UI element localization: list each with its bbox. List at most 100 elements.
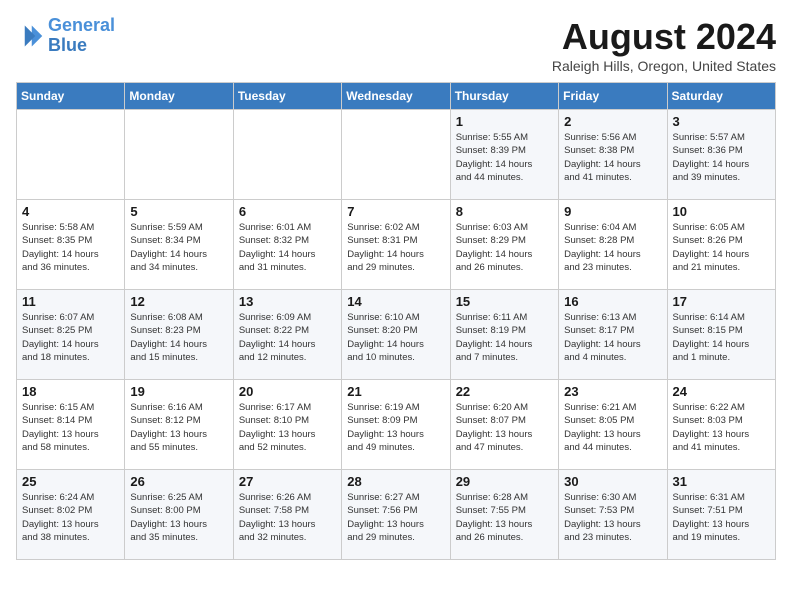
day-info: Sunrise: 6:19 AM Sunset: 8:09 PM Dayligh…	[347, 401, 444, 454]
day-number: 23	[564, 384, 661, 399]
day-info: Sunrise: 6:31 AM Sunset: 7:51 PM Dayligh…	[673, 491, 770, 544]
day-number: 4	[22, 204, 119, 219]
calendar-cell: 6Sunrise: 6:01 AM Sunset: 8:32 PM Daylig…	[233, 200, 341, 290]
calendar-cell: 31 Sunrise: 6:31 AM Sunset: 7:51 PM Dayli…	[667, 470, 775, 560]
day-info: Sunrise: 6:28 AM Sunset: 7:55 PM Dayligh…	[456, 491, 553, 544]
day-info: Sunrise: 6:10 AM Sunset: 8:20 PM Dayligh…	[347, 311, 444, 364]
day-info: Sunrise: 6:30 AM Sunset: 7:53 PM Dayligh…	[564, 491, 661, 544]
day-number: 20	[239, 384, 336, 399]
calendar-week-row: 18 Sunrise: 6:15 AM Sunset: 8:14 PM Dayli…	[17, 380, 776, 470]
day-info: Sunrise: 6:15 AM Sunset: 8:14 PM Dayligh…	[22, 401, 119, 454]
calendar-cell: 23 Sunrise: 6:21 AM Sunset: 8:05 PM Dayli…	[559, 380, 667, 470]
day-number: 8	[456, 204, 553, 219]
day-info: Sunrise: 6:08 AM Sunset: 8:23 PM Dayligh…	[130, 311, 227, 364]
day-info: Sunrise: 6:21 AM Sunset: 8:05 PM Dayligh…	[564, 401, 661, 454]
calendar-cell: 15 Sunrise: 6:11 AM Sunset: 8:19 PM Dayli…	[450, 290, 558, 380]
day-number: 15	[456, 294, 553, 309]
day-info: Sunrise: 6:27 AM Sunset: 7:56 PM Dayligh…	[347, 491, 444, 544]
day-number: 10	[673, 204, 770, 219]
calendar-cell: 16 Sunrise: 6:13 AM Sunset: 8:17 PM Dayli…	[559, 290, 667, 380]
weekday-header: Thursday	[450, 83, 558, 110]
calendar-cell: 18 Sunrise: 6:15 AM Sunset: 8:14 PM Dayli…	[17, 380, 125, 470]
calendar-cell: 8 Sunrise: 6:03 AM Sunset: 8:29 PM Daylig…	[450, 200, 558, 290]
day-number: 22	[456, 384, 553, 399]
calendar-cell: 5Sunrise: 5:59 AM Sunset: 8:34 PM Daylig…	[125, 200, 233, 290]
calendar-week-row: 11Sunrise: 6:07 AM Sunset: 8:25 PM Dayli…	[17, 290, 776, 380]
calendar-cell: 22Sunrise: 6:20 AM Sunset: 8:07 PM Dayli…	[450, 380, 558, 470]
day-number: 25	[22, 474, 119, 489]
day-number: 17	[673, 294, 770, 309]
calendar-cell	[125, 110, 233, 200]
day-info: Sunrise: 6:24 AM Sunset: 8:02 PM Dayligh…	[22, 491, 119, 544]
day-number: 19	[130, 384, 227, 399]
weekday-header: Tuesday	[233, 83, 341, 110]
calendar-cell: 25 Sunrise: 6:24 AM Sunset: 8:02 PM Dayli…	[17, 470, 125, 560]
day-info: Sunrise: 6:03 AM Sunset: 8:29 PM Dayligh…	[456, 221, 553, 274]
day-info: Sunrise: 6:11 AM Sunset: 8:19 PM Dayligh…	[456, 311, 553, 364]
calendar-cell: 2 Sunrise: 5:56 AM Sunset: 8:38 PM Daylig…	[559, 110, 667, 200]
day-number: 12	[130, 294, 227, 309]
day-number: 14	[347, 294, 444, 309]
calendar-cell: 27 Sunrise: 6:26 AM Sunset: 7:58 PM Dayli…	[233, 470, 341, 560]
calendar-cell: 13 Sunrise: 6:09 AM Sunset: 8:22 PM Dayli…	[233, 290, 341, 380]
day-info: Sunrise: 6:01 AM Sunset: 8:32 PM Dayligh…	[239, 221, 336, 274]
day-number: 27	[239, 474, 336, 489]
day-info: Sunrise: 6:25 AM Sunset: 8:00 PM Dayligh…	[130, 491, 227, 544]
weekday-header: Sunday	[17, 83, 125, 110]
day-number: 18	[22, 384, 119, 399]
day-info: Sunrise: 6:13 AM Sunset: 8:17 PM Dayligh…	[564, 311, 661, 364]
day-info: Sunrise: 6:26 AM Sunset: 7:58 PM Dayligh…	[239, 491, 336, 544]
day-number: 29	[456, 474, 553, 489]
day-info: Sunrise: 6:04 AM Sunset: 8:28 PM Dayligh…	[564, 221, 661, 274]
calendar-cell: 12 Sunrise: 6:08 AM Sunset: 8:23 PM Dayli…	[125, 290, 233, 380]
day-number: 21	[347, 384, 444, 399]
day-number: 2	[564, 114, 661, 129]
calendar-cell: 28 Sunrise: 6:27 AM Sunset: 7:56 PM Dayli…	[342, 470, 450, 560]
weekday-header: Friday	[559, 83, 667, 110]
day-info: Sunrise: 6:14 AM Sunset: 8:15 PM Dayligh…	[673, 311, 770, 364]
calendar-cell: 7 Sunrise: 6:02 AM Sunset: 8:31 PM Daylig…	[342, 200, 450, 290]
day-number: 13	[239, 294, 336, 309]
day-number: 30	[564, 474, 661, 489]
calendar-cell	[342, 110, 450, 200]
day-info: Sunrise: 6:02 AM Sunset: 8:31 PM Dayligh…	[347, 221, 444, 274]
calendar-header-row: SundayMondayTuesdayWednesdayThursdayFrid…	[17, 83, 776, 110]
day-info: Sunrise: 6:22 AM Sunset: 8:03 PM Dayligh…	[673, 401, 770, 454]
day-number: 16	[564, 294, 661, 309]
calendar-cell: 19Sunrise: 6:16 AM Sunset: 8:12 PM Dayli…	[125, 380, 233, 470]
day-info: Sunrise: 6:09 AM Sunset: 8:22 PM Dayligh…	[239, 311, 336, 364]
calendar-cell: 17 Sunrise: 6:14 AM Sunset: 8:15 PM Dayli…	[667, 290, 775, 380]
day-number: 28	[347, 474, 444, 489]
calendar-cell: 3 Sunrise: 5:57 AM Sunset: 8:36 PM Daylig…	[667, 110, 775, 200]
day-number: 9	[564, 204, 661, 219]
logo-icon	[16, 22, 44, 50]
calendar-cell: 21 Sunrise: 6:19 AM Sunset: 8:09 PM Dayli…	[342, 380, 450, 470]
day-number: 11	[22, 294, 119, 309]
day-number: 3	[673, 114, 770, 129]
calendar-cell: 14 Sunrise: 6:10 AM Sunset: 8:20 PM Dayli…	[342, 290, 450, 380]
day-info: Sunrise: 6:05 AM Sunset: 8:26 PM Dayligh…	[673, 221, 770, 274]
day-number: 31	[673, 474, 770, 489]
calendar-cell	[233, 110, 341, 200]
calendar-cell: 1 Sunrise: 5:55 AM Sunset: 8:39 PM Daylig…	[450, 110, 558, 200]
calendar-cell: 11Sunrise: 6:07 AM Sunset: 8:25 PM Dayli…	[17, 290, 125, 380]
day-number: 24	[673, 384, 770, 399]
day-info: Sunrise: 5:56 AM Sunset: 8:38 PM Dayligh…	[564, 131, 661, 184]
calendar-cell: 30 Sunrise: 6:30 AM Sunset: 7:53 PM Dayli…	[559, 470, 667, 560]
day-info: Sunrise: 5:58 AM Sunset: 8:35 PM Dayligh…	[22, 221, 119, 274]
day-number: 7	[347, 204, 444, 219]
day-info: Sunrise: 5:55 AM Sunset: 8:39 PM Dayligh…	[456, 131, 553, 184]
day-info: Sunrise: 5:57 AM Sunset: 8:36 PM Dayligh…	[673, 131, 770, 184]
calendar-cell: 10 Sunrise: 6:05 AM Sunset: 8:26 PM Dayli…	[667, 200, 775, 290]
calendar-table: SundayMondayTuesdayWednesdayThursdayFrid…	[16, 82, 776, 560]
day-number: 5	[130, 204, 227, 219]
calendar-week-row: 4 Sunrise: 5:58 AM Sunset: 8:35 PM Daylig…	[17, 200, 776, 290]
logo: General Blue	[16, 16, 115, 56]
month-title: August 2024	[552, 16, 776, 58]
calendar-cell: 4 Sunrise: 5:58 AM Sunset: 8:35 PM Daylig…	[17, 200, 125, 290]
day-info: Sunrise: 6:17 AM Sunset: 8:10 PM Dayligh…	[239, 401, 336, 454]
day-number: 1	[456, 114, 553, 129]
weekday-header: Wednesday	[342, 83, 450, 110]
calendar-cell: 20 Sunrise: 6:17 AM Sunset: 8:10 PM Dayli…	[233, 380, 341, 470]
calendar-cell: 9 Sunrise: 6:04 AM Sunset: 8:28 PM Daylig…	[559, 200, 667, 290]
